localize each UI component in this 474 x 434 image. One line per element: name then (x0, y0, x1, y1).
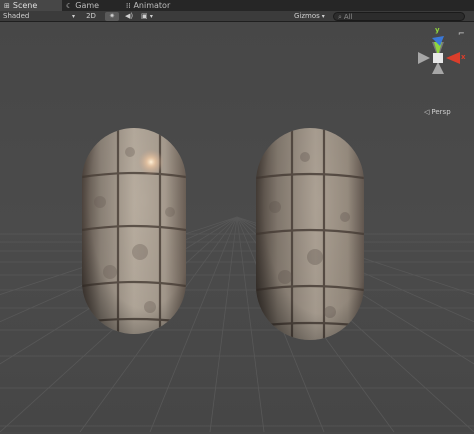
2d-mode-toggle[interactable]: 2D (80, 12, 102, 21)
gizmos-dropdown[interactable]: Gizmos ▾ (294, 12, 328, 21)
tab-game-label: Game (75, 1, 100, 10)
scene-viewport[interactable]: y x ⌐ ◁ Persp (0, 22, 474, 433)
dropdown-arrow-icon: ▾ (149, 13, 153, 20)
2d-mode-label: 2D (86, 12, 96, 20)
perspective-icon: ◁ (424, 108, 430, 116)
gizmos-label: Gizmos (294, 12, 320, 20)
scene-toolbar: Shaded ▾ 2D ✷ ◀) ▣ ▾ Gizmos ▾ ⌕ All (0, 11, 474, 22)
search-placeholder: All (343, 13, 353, 21)
search-icon: ⌕ (338, 13, 342, 21)
tab-animator-label: Animator (133, 1, 171, 10)
gizmo-y-label: y (435, 26, 440, 34)
gizmo-x-label: x (461, 53, 466, 61)
scene-canvas[interactable] (0, 22, 474, 433)
light-icon: ✷ (109, 12, 115, 20)
speaker-icon: ◀) (124, 12, 134, 20)
capsule-object-left[interactable] (82, 128, 186, 334)
tab-game[interactable]: ☾ Game (62, 0, 122, 11)
lock-icon[interactable]: ⌐ (458, 29, 465, 38)
tab-animator[interactable]: ⁞⁞ Animator (122, 0, 176, 11)
tab-scene[interactable]: ⊞ Scene (0, 0, 62, 11)
gizmo-center-cube[interactable] (433, 53, 443, 63)
shading-mode-label: Shaded (3, 12, 30, 20)
scene-audio-toggle[interactable]: ◀) (122, 12, 136, 21)
projection-label: Persp (431, 108, 451, 116)
tab-scene-label: Scene (12, 1, 38, 10)
shading-mode-dropdown[interactable]: Shaded ▾ (3, 12, 77, 21)
projection-toggle[interactable]: ◁ Persp (424, 108, 451, 116)
effects-dropdown[interactable]: ▣ ▾ (141, 12, 163, 21)
viewport-background (0, 22, 474, 432)
animator-icon: ⁞⁞ (126, 1, 131, 10)
capsule-object-right[interactable] (256, 128, 364, 340)
game-icon: ☾ (66, 1, 73, 10)
dropdown-arrow-icon: ▾ (321, 13, 325, 20)
dropdown-arrow-icon: ▾ (71, 13, 75, 20)
editor-tab-bar: ⊞ Scene ☾ Game ⁞⁞ Animator (0, 0, 474, 11)
scene-lighting-toggle[interactable]: ✷ (105, 12, 119, 21)
hierarchy-search-input[interactable]: ⌕ All (333, 12, 465, 21)
image-effects-icon: ▣ (141, 12, 148, 20)
scene-icon: ⊞ (4, 1, 10, 10)
